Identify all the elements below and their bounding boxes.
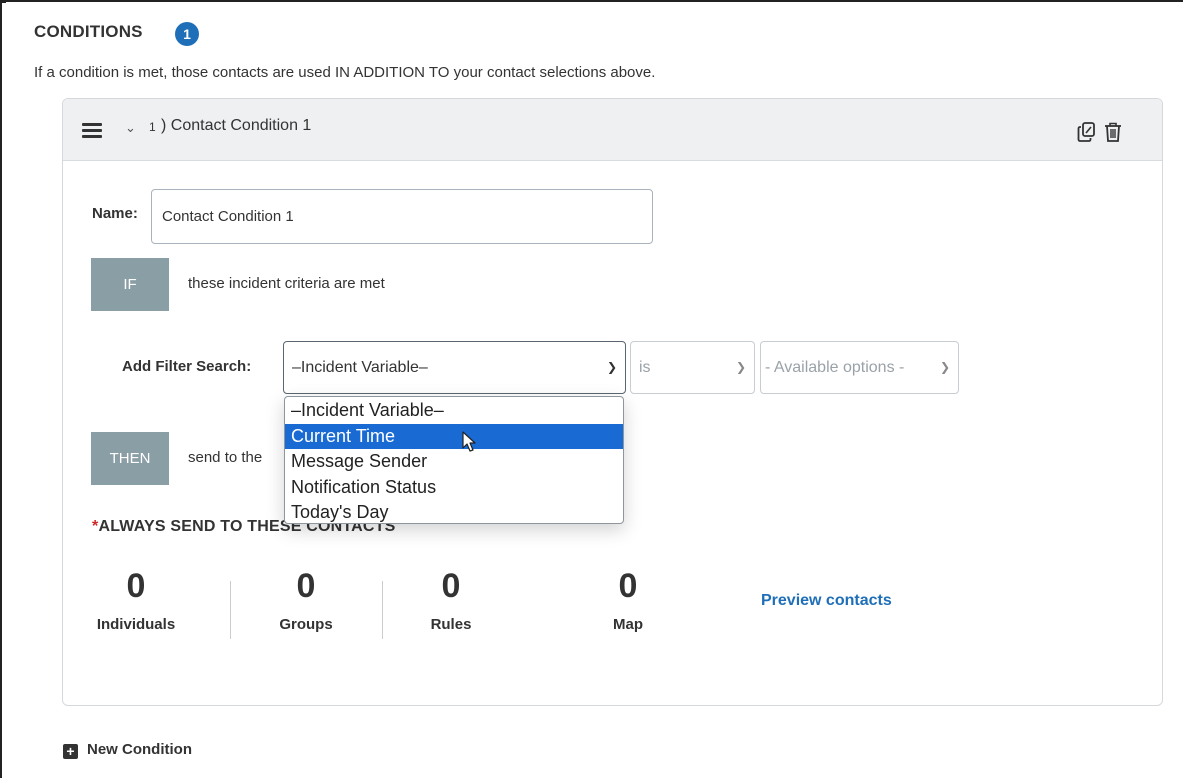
chevron-down-icon: ❯ — [939, 360, 950, 374]
preview-contacts-link[interactable]: Preview contacts — [761, 592, 892, 610]
then-description: send to the — [188, 449, 263, 466]
frame-corner — [0, 0, 6, 3]
new-condition-button[interactable]: + New Condition — [63, 741, 192, 759]
dropdown-option[interactable]: Today's Day — [285, 500, 623, 523]
new-condition-label: New Condition — [87, 741, 192, 758]
stat-map[interactable]: 0 Map — [578, 568, 678, 633]
stat-divider — [382, 581, 383, 639]
condition-panel-header: ⌄ 1 ) Contact Condition 1 — [63, 99, 1162, 161]
stat-label: Groups — [279, 616, 333, 633]
drag-handle-hamburger-icon[interactable] — [82, 123, 102, 139]
condition-title: ) Contact Condition 1 — [161, 117, 312, 134]
filter-search-label: Add Filter Search: — [122, 358, 252, 375]
operator-select[interactable]: is ❯ — [630, 341, 755, 394]
incident-variable-value: –Incident Variable– — [292, 359, 428, 376]
section-title: CONDITIONS — [34, 22, 143, 41]
section-description: If a condition is met, those contacts ar… — [34, 64, 656, 81]
dropdown-option-highlighted[interactable]: Current Time — [285, 423, 623, 449]
incident-variable-dropdown-list: –Incident Variable– Current Time Message… — [284, 396, 624, 524]
incident-variable-select[interactable]: –Incident Variable– ❯ — [283, 341, 626, 394]
cursor-icon — [462, 431, 476, 452]
dropdown-option[interactable]: Notification Status — [285, 475, 623, 501]
stat-groups[interactable]: 0 Groups — [254, 568, 358, 633]
stat-rules[interactable]: 0 Rules — [401, 568, 501, 633]
available-options-value: - Available options - — [765, 359, 905, 376]
plus-icon: + — [63, 744, 78, 759]
stat-divider — [230, 581, 231, 639]
collapse-chevron-down-icon[interactable]: ⌄ — [125, 120, 136, 136]
stat-individuals[interactable]: 0 Individuals — [82, 568, 190, 633]
stat-label: Individuals — [96, 616, 176, 633]
if-description: these incident criteria are met — [188, 275, 385, 292]
then-badge: THEN — [91, 432, 169, 485]
available-options-select[interactable]: - Available options - ❯ — [760, 341, 959, 394]
chevron-down-icon: ❯ — [606, 360, 617, 374]
dropdown-option[interactable]: –Incident Variable– — [285, 398, 623, 424]
operator-value: is — [639, 359, 651, 376]
copy-icon[interactable] — [1077, 121, 1097, 143]
stat-label: Rules — [430, 616, 472, 633]
stat-label: Map — [613, 616, 643, 633]
name-label: Name: — [92, 205, 138, 222]
condition-number: 1 — [149, 120, 156, 134]
chevron-down-icon: ❯ — [735, 360, 746, 374]
stat-value: 0 — [441, 567, 461, 605]
trash-icon[interactable] — [1103, 121, 1123, 143]
stat-value: 0 — [126, 567, 146, 605]
stat-value: 0 — [296, 567, 316, 605]
stat-value: 0 — [618, 567, 638, 605]
condition-count-badge: 1 — [175, 22, 199, 46]
dropdown-option[interactable]: Message Sender — [285, 449, 623, 475]
if-badge: IF — [91, 258, 169, 311]
condition-name-input[interactable] — [151, 189, 653, 244]
